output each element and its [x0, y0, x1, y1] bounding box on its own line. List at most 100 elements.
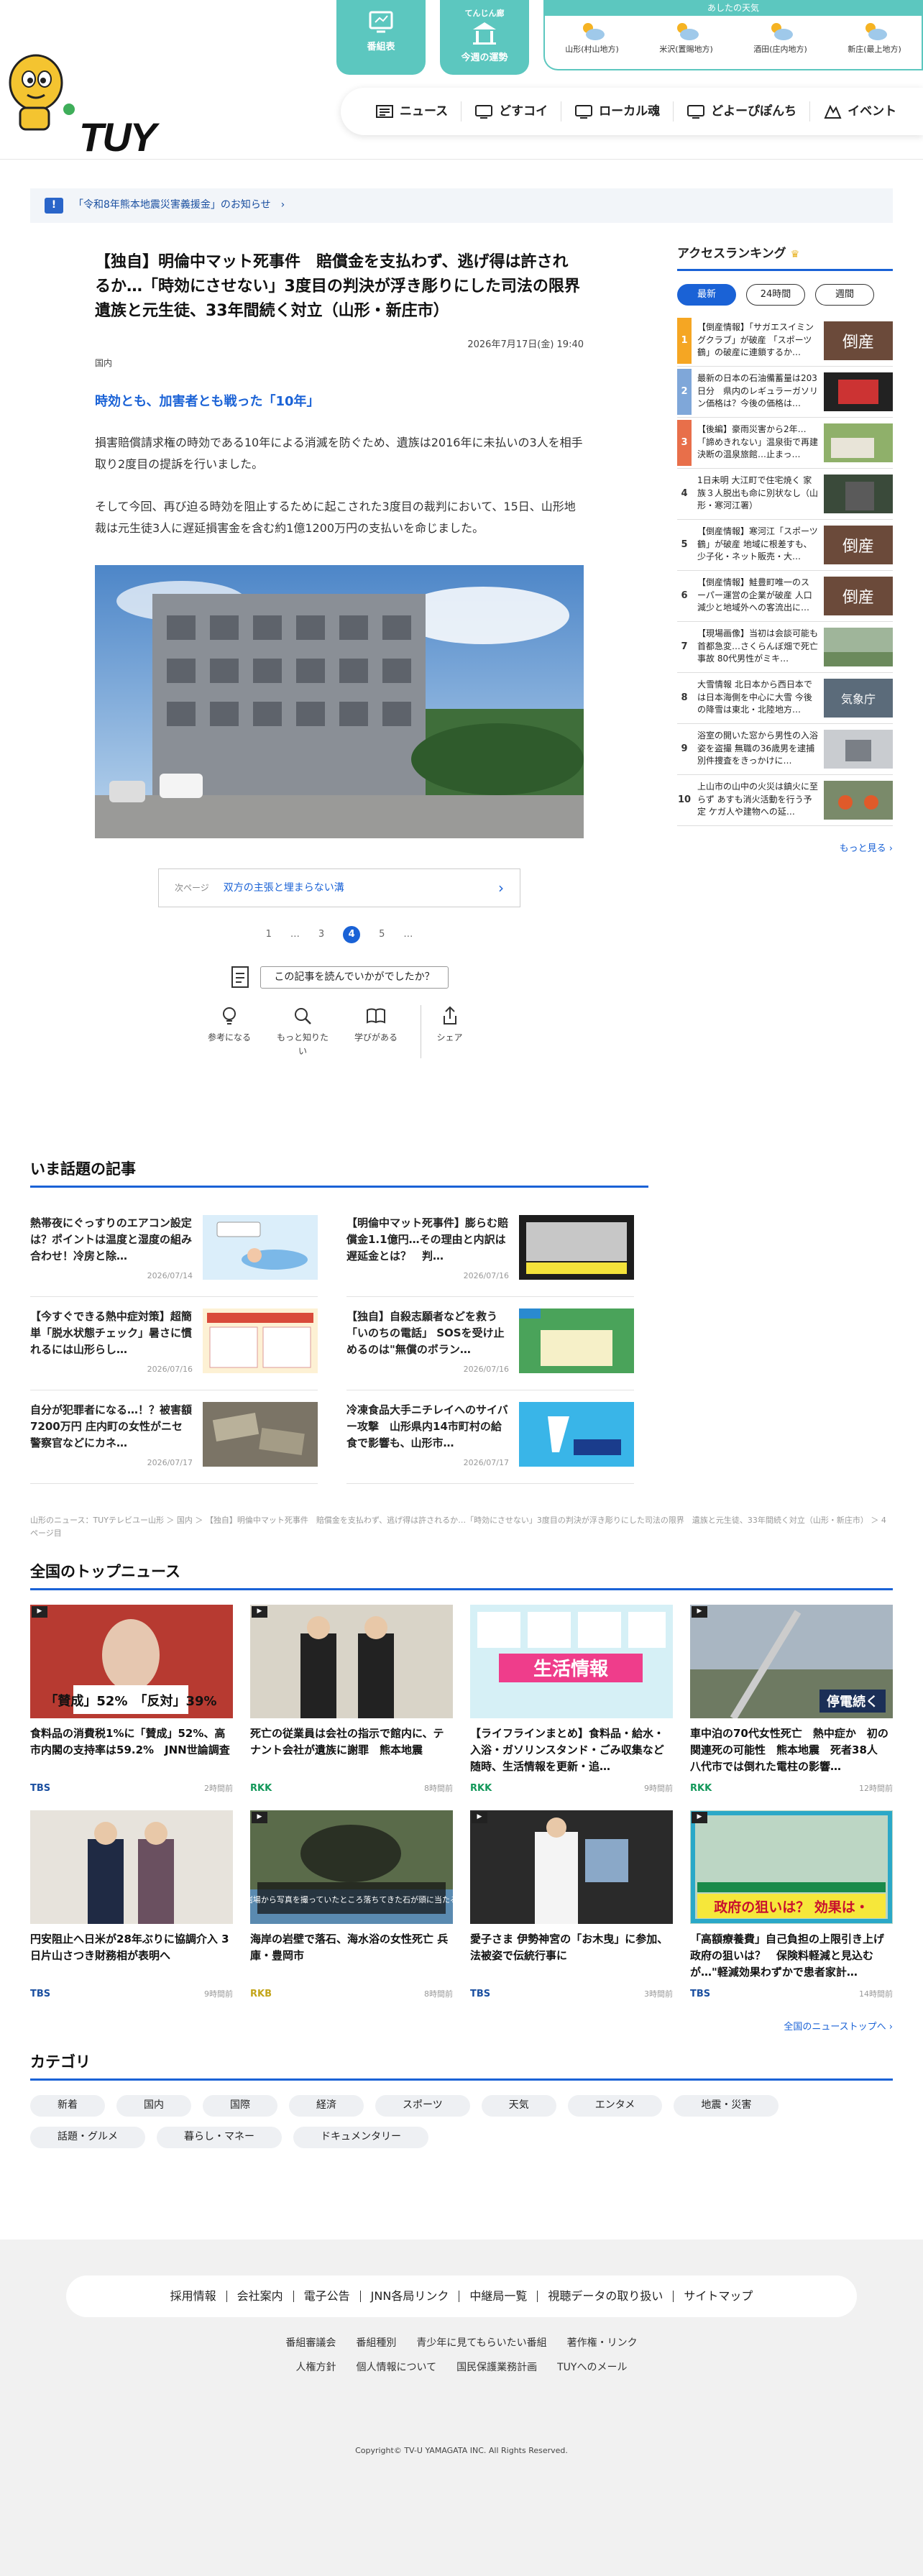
next-page-label: 次ページ [175, 883, 209, 894]
category-tag[interactable]: 話題・グルメ [30, 2126, 145, 2148]
footer-link[interactable]: 中継局一覧 [459, 2291, 538, 2302]
news-card[interactable]: 「賛成」52% 「反対」39% ▶ 食料品の消費税1%に「賛成」52%、高市内閣… [30, 1604, 233, 1796]
news-card[interactable]: 政府の狙いは？ 効果は・ ▶ 「高額療養費」自己負担の上限引き上げ 政府の狙いは… [690, 1810, 893, 2002]
trending-item-date: 2026/07/16 [463, 1270, 509, 1280]
ranking-item[interactable]: 6 【倒産情報】鮭豊町唯一のスーパー運営の企業が破産 人口減少と地域外への客流出に… [677, 571, 893, 623]
nav-local[interactable]: ローカル魂 [561, 101, 674, 122]
news-source: RKK [690, 1782, 712, 1794]
footer-link[interactable]: 視聴データの取り扱い [538, 2291, 674, 2302]
news-card[interactable]: 岩場から写真を撮っていたところ落ちてきた石が頭に当たる ▶ 海岸の岩壁で落石、海… [245, 1810, 458, 2002]
weather-area: 山形(村山地方) [565, 45, 619, 54]
trending-item-date: 2026/07/16 [147, 1364, 193, 1374]
weather-item[interactable]: 新庄(最上地方) [835, 20, 914, 55]
footer-link[interactable]: 会社案内 [227, 2291, 294, 2302]
footer-link[interactable]: 電子公告 [294, 2291, 361, 2302]
category-tag[interactable]: ドキュメンタリー [293, 2126, 428, 2148]
ranking-item[interactable]: 2 最新の日本の石油備蓄量は203日分 県内のレギュラーガソリン価格は？今後の価格… [677, 367, 893, 418]
ranking-item[interactable]: 7 【現場画像】当初は会談可能も首都急変…さくらんぼ畑で死亡事故 80代男性がミキ… [677, 622, 893, 674]
nav-doyou-label: どよーぴぽんち [711, 104, 797, 119]
news-thumbnail: ▶ [250, 1604, 453, 1718]
footer-sublink[interactable]: 番組審議会 [285, 2336, 336, 2352]
page-link[interactable]: 5 [379, 927, 385, 942]
footer-sublink[interactable]: 個人情報について [357, 2360, 437, 2376]
footer-link[interactable]: 採用情報 [160, 2291, 227, 2302]
ranking-item[interactable]: 1 【倒産情報】「サガエスイミングクラブ」が破産 「スポーツ鶴」の破産に連鎖するか… [677, 316, 893, 367]
ranking-item[interactable]: 8 大雪情報 北日本から西日本で は日本海側を中心に大雪 今後の降雪は東北・北陸地… [677, 673, 893, 725]
trending-item[interactable]: 【明倫中マット死事件】膨らむ賠償金1.1億円…その理由と内訳は 遅延金とは？ 判… [346, 1204, 634, 1297]
trending-item[interactable]: 熱帯夜にぐっすりのエアコン設定は？ポイントは温度と湿度の組み合わせ！冷房と除… 2… [30, 1204, 318, 1297]
category-tag[interactable]: 天気 [481, 2094, 556, 2117]
ranking-item[interactable]: 4 1日未明 大江町で住宅焼く 家族３人脱出も命に別状なし（山形・寒河江署） [677, 469, 893, 521]
ranking-tab-latest[interactable]: 最新 [677, 284, 736, 306]
notice-text: 「令和8年熊本地震災害義援金」のお知らせ [73, 199, 271, 211]
tuy-logo[interactable]: TUY [0, 43, 201, 160]
news-time: 2時間前 [204, 1784, 233, 1794]
footer-sublink[interactable]: 国民保護業務計画 [456, 2360, 537, 2376]
ranking-item[interactable]: 3 【後編】豪雨災害から2年…「諦めきれない」温泉街で再建決断の温泉旅館…止まっ… [677, 418, 893, 469]
program-guide-button[interactable]: 番組表 [336, 0, 426, 75]
notice-banner[interactable]: ! 「令和8年熊本地震災害義援金」のお知らせ › [30, 188, 893, 223]
page-link[interactable]: 1 [266, 927, 272, 942]
national-more-link[interactable]: 全国のニューストップへ › [30, 2020, 893, 2035]
weather-item[interactable]: 米沢(置賜地方) [647, 20, 726, 55]
category-tag[interactable]: スポーツ [375, 2094, 470, 2117]
rank-number: 5 [681, 539, 688, 551]
news-title: 円安阻止へ日米が28年ぶりに協調介入 3日片山さつき財務相が表明へ [30, 1932, 229, 1962]
trending-thumbnail [203, 1401, 318, 1467]
news-meta: TBS 3時間前 [470, 1987, 673, 2002]
nav-event[interactable]: イベント [810, 101, 909, 122]
weather-item[interactable]: 山形(村山地方) [553, 20, 632, 55]
rank-number: 3 [677, 420, 692, 467]
trending-item[interactable]: 【今すぐできる熱中症対策】超簡単「脱水状態チェック」暑さに慣れるには山形らし… 2… [30, 1297, 318, 1390]
category-tag[interactable]: 地震・災害 [674, 2094, 779, 2117]
ranking-tab-week[interactable]: 週間 [815, 284, 874, 306]
page-link[interactable]: 3 [318, 927, 324, 942]
share-button[interactable]: シェア [421, 1005, 478, 1058]
nav-doyou[interactable]: どよーぴぽんち [674, 101, 811, 122]
category-tag[interactable]: エンタメ [567, 2094, 663, 2117]
trending-item[interactable]: 冷凍食品大手ニチレイへのサイバー攻撃 山形県内14市町村の給食で影響も、山形市…… [346, 1390, 634, 1484]
weather-item[interactable]: 酒田(庄内地方) [741, 20, 820, 55]
category-tag[interactable]: 経済 [289, 2094, 364, 2117]
news-thumbnail: ▶ [470, 1810, 673, 1924]
national-top-news: 全国のトップニュース 「賛成」52% 「反対」39% ▶ 食料品の消費税1%に「… [30, 1560, 893, 2035]
ranking-item[interactable]: 9 浴室の開いた窓から男性の入浴姿を盗撮 無職の36歳男を逮捕 別件捜査をきっかけ… [677, 724, 893, 776]
ranking-tab-24h[interactable]: 24時間 [746, 284, 805, 306]
trending-item[interactable]: 自分が犯罪者になる…！？被害額7200万円 庄内町の女性がニセ警察官などにカネ…… [30, 1390, 318, 1484]
rank-thumbnail: 倒産 [824, 321, 893, 361]
category-tag[interactable]: 国内 [116, 2094, 191, 2117]
footer-link[interactable]: JNN各局リンク [361, 2291, 460, 2302]
footer-sublink[interactable]: 著作権・リンク [567, 2336, 638, 2352]
footer-sublink[interactable]: 青少年に見てもらいたい番組 [416, 2336, 546, 2352]
weather-widget[interactable]: あしたの天気 山形(村山地方) 米沢(置賜地方) 酒田(庄内地方) 新庄(最上地… [543, 0, 923, 70]
trending-text: 【今すぐできる熱中症対策】超簡単「脱水状態チェック」暑さに慣れるには山形らし… 2… [30, 1308, 203, 1390]
footer-link[interactable]: サイトマップ [674, 2291, 763, 2302]
category-tag[interactable]: 国際 [203, 2094, 277, 2117]
next-page-link[interactable]: 次ページ 双方の主張と埋まらない溝 › [158, 868, 520, 908]
footer-sublink[interactable]: TUYへのメール [557, 2360, 627, 2376]
news-card[interactable]: ▶ 死亡の従業員は会社の指示で館内に、テナント会社が遺族に謝罪 熊本地震 RKK… [250, 1604, 453, 1796]
news-source: TBS [30, 1988, 51, 1999]
news-card[interactable]: 停電続く ▶ 車中泊の70代女性死亡 熱中症か 初の関連死の可能性 熊本地震 死… [690, 1604, 893, 1796]
news-title: 死亡の従業員は会社の指示で館内に、テナント会社が遺族に謝罪 熊本地震 [250, 1726, 444, 1756]
article-category[interactable]: 国内 [95, 357, 584, 370]
reaction-helpful-button[interactable]: 参考になる [201, 1005, 258, 1058]
reaction-more-button[interactable]: もっと知りたい [274, 1005, 331, 1058]
footer-sublink[interactable]: 人権方針 [296, 2360, 336, 2376]
footer-sublink[interactable]: 番組種別 [356, 2336, 396, 2352]
weekly-fortune-button[interactable]: てんじん廊 今週の運勢 [440, 0, 529, 75]
news-card[interactable]: 円安阻止へ日米が28年ぶりに協調介入 3日片山さつき財務相が表明へ TBS 9時間… [30, 1810, 233, 2002]
news-card[interactable]: ▶ 愛子さま 伊勢神宮の「お木曳」に参加、法被姿で伝統行事に TBS 3時間前 [470, 1810, 673, 2002]
breadcrumb[interactable]: 山形のニュース：TUYテレビユー山形 ＞ 国内 ＞ 【独自】明倫中マット死事件 … [30, 1514, 893, 1539]
ranking-item[interactable]: 5 【倒産情報】寒河江「スポーツ鶴」が破産 地域に根差すも、少子化・ネット販売・大… [677, 520, 893, 572]
reaction-learn-button[interactable]: 学びがある [347, 1005, 405, 1058]
trending-item[interactable]: 【独自】自殺志願者などを救う「いのちの電話」 SOSを受け止めるのは"無償のボラ… [346, 1297, 634, 1390]
nav-news[interactable]: ニュース [362, 101, 462, 122]
trending-articles: いま話題の記事 熱帯夜にぐっすりのエアコン設定は？ポイントは温度と湿度の組み合わ… [30, 1158, 648, 1484]
ranking-item[interactable]: 10 上山市の山中の火災は鎮火に至らず あすも消火活動を行う予定 ケガ人や建物への… [677, 775, 893, 827]
category-tag[interactable]: 暮らし・マネー [157, 2126, 282, 2148]
ranking-more-link[interactable]: もっと見る › [677, 842, 893, 856]
category-tag[interactable]: 新着 [30, 2094, 105, 2117]
news-card[interactable]: 生活情報 【ライフラインまとめ】食料品・給水・入浴・ガソリンスタンド・ごみ収集な… [470, 1604, 673, 1796]
nav-dosukoi[interactable]: どすコイ [462, 101, 562, 122]
